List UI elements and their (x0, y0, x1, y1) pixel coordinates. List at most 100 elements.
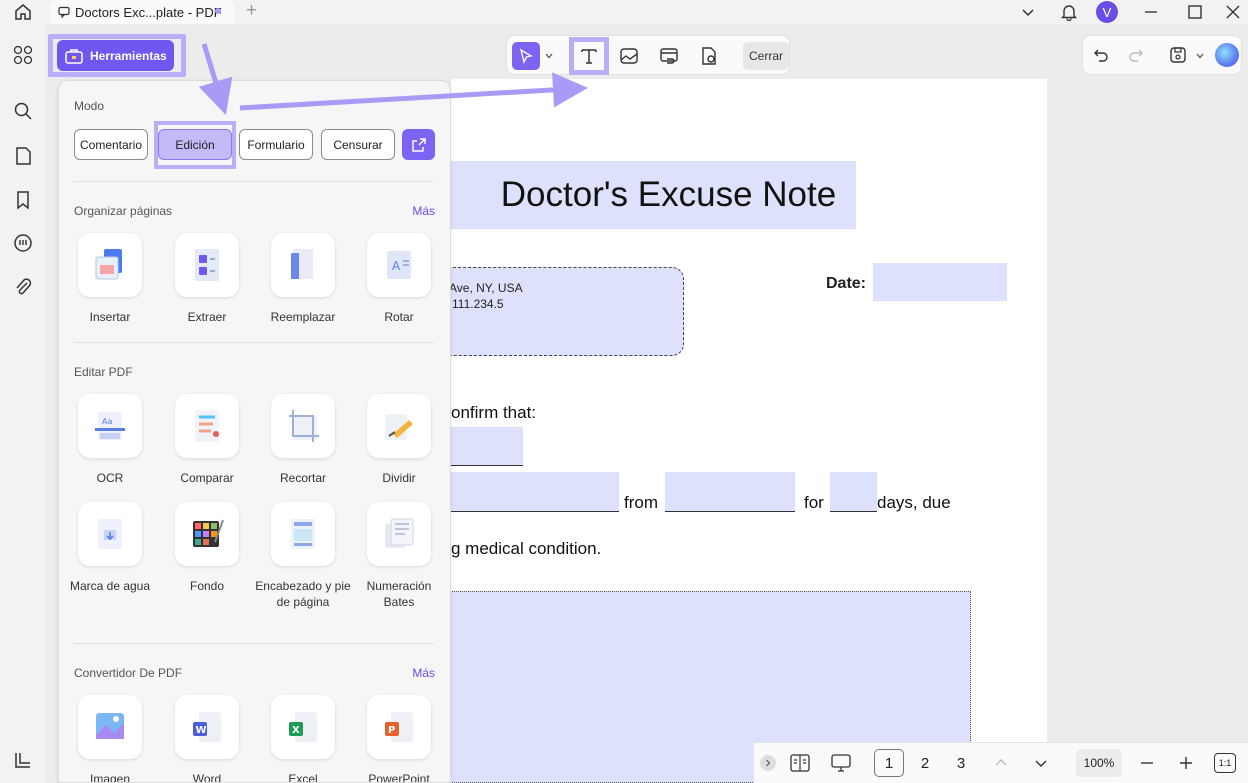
mode-redact-button[interactable]: Censurar (321, 129, 395, 160)
mode-form-button[interactable]: Formulario (239, 129, 313, 160)
absence-reason-field[interactable] (451, 472, 619, 512)
tool-background[interactable]: Fondo (159, 502, 255, 594)
extract-pages-icon (195, 249, 219, 281)
minimize-icon[interactable] (1136, 0, 1166, 24)
days-text: days, due (877, 493, 951, 512)
chevron-down-icon[interactable] (1034, 756, 1048, 770)
mode-comment-button[interactable]: Comentario (74, 129, 148, 160)
ai-assistant-icon[interactable] (1215, 43, 1239, 67)
close-icon[interactable] (1218, 0, 1248, 24)
tools-button-label: Herramientas (90, 48, 167, 63)
home-icon[interactable] (13, 2, 33, 22)
reading-mode-icon[interactable] (790, 754, 810, 772)
tool-bates-numbering[interactable]: Numeración Bates (351, 502, 447, 610)
patient-name-field[interactable] (451, 427, 523, 466)
maximize-icon[interactable] (1180, 0, 1210, 24)
header-footer-icon (291, 519, 315, 549)
edit-pdf-title: Editar PDF (74, 365, 133, 379)
tool-header-footer[interactable]: Encabezado y pie de página (255, 502, 351, 610)
address-field[interactable]: Ave, NY, USA 111.234.5 (431, 267, 684, 356)
zoom-in-icon[interactable] (1179, 756, 1193, 770)
tools-panel: Modo Comentario Edición Formulario Censu… (58, 80, 451, 783)
date-field[interactable] (873, 263, 1007, 301)
bell-icon[interactable] (1054, 0, 1084, 24)
actual-size-icon[interactable]: 1:1 (1214, 753, 1236, 773)
address-line-2: 111.234.5 (452, 297, 504, 311)
tool-to-word[interactable]: W Word (159, 695, 255, 783)
tool-to-powerpoint[interactable]: P PowerPoint (351, 695, 447, 782)
tool-crop[interactable]: Recortar (255, 394, 351, 486)
chevron-down-icon[interactable] (1195, 51, 1205, 61)
tool-ocr[interactable]: Aa OCR (62, 394, 158, 486)
add-text-button[interactable] (575, 42, 603, 70)
zoom-level[interactable]: 100% (1076, 749, 1122, 777)
converter-title: Convertidor De PDF (74, 666, 183, 680)
tool-header-footer-label: Encabezado y pie de página (255, 579, 351, 609)
add-link-button[interactable] (655, 42, 683, 70)
attachment-icon[interactable] (12, 276, 34, 298)
add-image-button[interactable] (615, 42, 643, 70)
open-external-button[interactable] (402, 129, 435, 160)
mode-edit-button[interactable]: Edición (158, 129, 232, 160)
tool-to-excel[interactable]: X Excel (255, 695, 351, 782)
unsaved-dot (215, 8, 221, 14)
avatar[interactable]: V (1096, 1, 1118, 23)
comments-icon[interactable] (12, 232, 34, 254)
select-tool-button[interactable] (512, 42, 540, 70)
layout-toggle-icon[interactable] (12, 749, 34, 771)
page-2-button[interactable]: 2 (910, 749, 940, 777)
zoom-out-icon[interactable] (1140, 756, 1154, 770)
document-title[interactable]: Doctor's Excuse Note (451, 161, 856, 229)
save-icon[interactable] (1169, 46, 1187, 64)
tool-extract[interactable]: Extraer (159, 233, 255, 325)
select-dropdown-button[interactable] (541, 42, 557, 70)
close-edit-button[interactable]: Cerrar (743, 42, 789, 70)
tool-replace-label: Reemplazar (270, 310, 336, 324)
tool-to-word-label: Word (192, 772, 222, 783)
condition-text: g medical condition. (451, 539, 602, 558)
organize-more-link[interactable]: Más (412, 204, 435, 218)
presentation-icon[interactable] (830, 754, 852, 772)
chevron-right-icon[interactable] (760, 755, 776, 771)
add-watermark-button[interactable] (695, 42, 723, 70)
image-convert-icon (96, 713, 124, 739)
redo-icon[interactable] (1128, 47, 1144, 63)
search-icon[interactable] (12, 100, 34, 122)
replace-pages-icon (291, 249, 313, 279)
tool-to-image[interactable]: Imagen (62, 695, 158, 783)
watermark-icon (98, 519, 122, 549)
powerpoint-icon: P (385, 712, 413, 742)
chevron-up-icon[interactable] (994, 756, 1008, 770)
page-3-button[interactable]: 3 (946, 749, 976, 777)
crop-icon (289, 410, 319, 442)
toolbox-icon (65, 48, 83, 64)
from-date-field[interactable] (665, 472, 795, 512)
page-thumbnail-icon[interactable] (12, 145, 34, 167)
apps-grid-icon[interactable] (12, 44, 34, 66)
divider (74, 181, 434, 182)
ocr-icon: Aa (95, 412, 125, 440)
undo-icon[interactable] (1093, 47, 1109, 63)
tool-split[interactable]: Dividir (351, 394, 447, 486)
bookmark-icon[interactable] (12, 189, 34, 211)
converter-more-link[interactable]: Más (412, 666, 435, 680)
days-field[interactable] (830, 472, 877, 512)
tool-insert-label: Insertar (89, 310, 131, 324)
comment-icon (58, 6, 70, 18)
page-1-button[interactable]: 1 (874, 749, 904, 777)
tool-insert[interactable]: Insertar (62, 233, 158, 325)
tool-rotate[interactable]: A Rotar (351, 233, 447, 325)
date-label: Date: (826, 275, 867, 292)
document-tab[interactable]: Doctors Exc...plate - PDF (50, 0, 234, 24)
mode-label: Modo (74, 99, 105, 113)
tools-button[interactable]: Herramientas (57, 40, 174, 71)
tool-crop-label: Recortar (279, 471, 326, 485)
page-navigation-bar: 1 2 3 100% 1:1 (754, 742, 1248, 783)
tool-watermark[interactable]: Marca de agua (62, 502, 158, 594)
chevron-down-icon[interactable] (1013, 0, 1043, 24)
tool-to-image-label: Imagen (89, 772, 131, 783)
tool-compare[interactable]: Comparar (159, 394, 255, 486)
add-tab-button[interactable]: + (246, 1, 257, 21)
tool-replace[interactable]: Reemplazar (255, 233, 351, 325)
tool-compare-label: Comparar (180, 471, 234, 485)
